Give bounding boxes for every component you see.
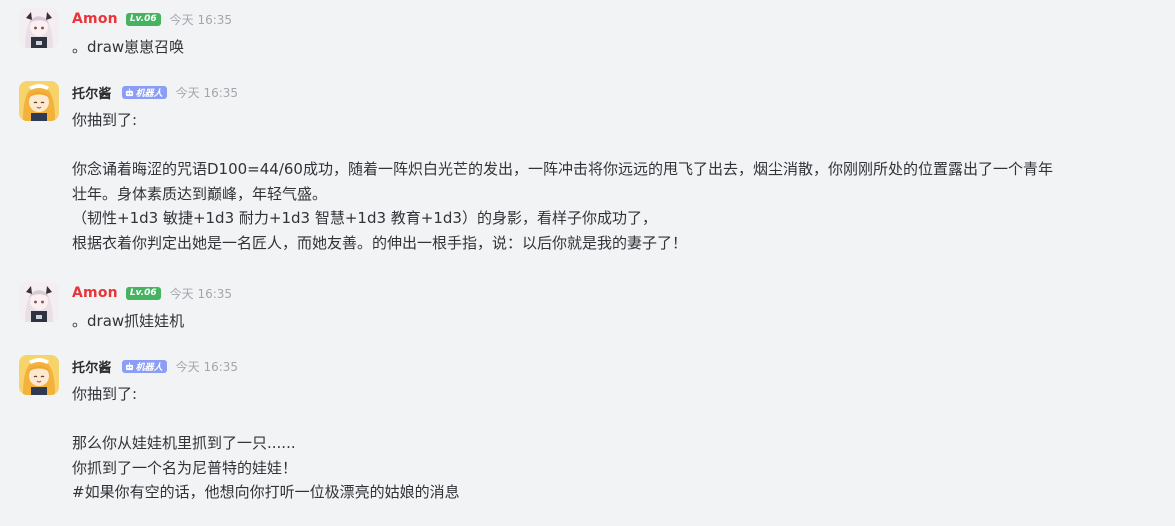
message-line: 你抽到了:	[72, 111, 138, 129]
message-line: 你抽到了:	[72, 385, 138, 403]
message-content: 。draw崽崽召唤	[72, 35, 1175, 60]
bot-badge-label: 机器人	[135, 88, 163, 99]
bot-badge-label: 机器人	[135, 362, 163, 373]
author-name[interactable]: Amon	[72, 11, 118, 27]
avatar-bot[interactable]	[19, 355, 59, 395]
message-header: Amon Lv.06 今天 16:35	[72, 8, 1175, 30]
author-name[interactable]: 托尔酱	[72, 357, 112, 376]
author-name[interactable]: Amon	[72, 285, 118, 301]
message-line: 那么你从娃娃机里抓到了一只......	[72, 434, 296, 452]
chat-message: 托尔酱 机器人 今天 16:35 你抽到了: 那么你从娃娃机里抓到了一只....…	[0, 355, 1175, 505]
avatar-amon[interactable]	[19, 8, 59, 48]
timestamp: 今天 16:35	[169, 12, 233, 27]
message-line	[72, 133, 1175, 158]
avatar-bot[interactable]	[19, 81, 59, 121]
bot-badge: 机器人	[121, 85, 167, 99]
chat-message: 托尔酱 机器人 今天 16:35 你抽到了: 你念诵着晦涩的咒语D100=44/…	[0, 81, 1175, 255]
message-content: 你抽到了: 那么你从娃娃机里抓到了一只...... 你抓到了一个名为尼普特的娃娃…	[72, 382, 1175, 505]
bot-badge: 机器人	[121, 359, 167, 373]
robot-icon	[125, 361, 133, 370]
message-line: 。draw崽崽召唤	[72, 38, 185, 56]
message-line: 根据衣着你判定出她是一名匠人，而她友善。的伸出一根手指，说：以后你就是我的妻子了…	[72, 233, 688, 252]
message-line: 壮年。身体素质达到巅峰，年轻气盛。	[72, 184, 328, 203]
message-line	[72, 407, 1175, 432]
message-line: 。draw抓娃娃机	[72, 312, 185, 330]
avatar-amon[interactable]	[19, 282, 59, 322]
level-badge: Lv.06	[125, 286, 161, 300]
timestamp: 今天 16:35	[175, 359, 239, 374]
message-header: Amon Lv.06 今天 16:35	[72, 282, 1175, 304]
chat-message-list: Amon Lv.06 今天 16:35 。draw崽崽召唤 托尔酱 机器人 今天…	[0, 0, 1175, 526]
robot-icon	[125, 87, 133, 96]
message-content: 。draw抓娃娃机	[72, 309, 1175, 334]
message-line: 你念诵着晦涩的咒语D100=44/60成功，随着一阵炽白光芒的发出，一阵冲击将你…	[72, 160, 1053, 178]
level-badge: Lv.06	[125, 12, 161, 26]
message-header: 托尔酱 机器人 今天 16:35	[72, 355, 1175, 377]
timestamp: 今天 16:35	[169, 286, 233, 301]
message-line: 你抓到了一个名为尼普特的娃娃！	[72, 458, 298, 477]
message-line: #如果你有空的话，他想向你打听一位极漂亮的姑娘的消息	[72, 483, 460, 501]
message-header: 托尔酱 机器人 今天 16:35	[72, 81, 1175, 103]
chat-message: Amon Lv.06 今天 16:35 。draw崽崽召唤	[0, 8, 1175, 60]
author-name[interactable]: 托尔酱	[72, 83, 112, 102]
message-content: 你抽到了: 你念诵着晦涩的咒语D100=44/60成功，随着一阵炽白光芒的发出，…	[72, 108, 1175, 255]
timestamp: 今天 16:35	[175, 85, 239, 100]
message-line: （韧性+1d3 敏捷+1d3 耐力+1d3 智慧+1d3 教育+1d3）的身影，…	[72, 209, 657, 227]
chat-message: Amon Lv.06 今天 16:35 。draw抓娃娃机	[0, 282, 1175, 334]
